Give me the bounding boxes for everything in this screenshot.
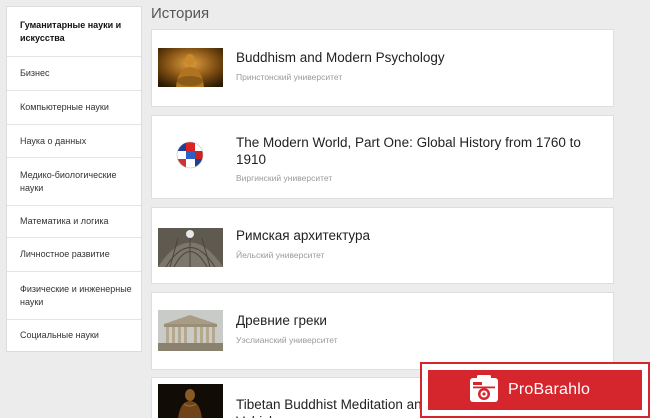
sidebar-item-life-sciences[interactable]: Медико-биологические науки: [7, 158, 141, 206]
sidebar-item-computer-science[interactable]: Компьютерные науки: [7, 91, 141, 125]
course-card[interactable]: Римская архитектура Йельский университет: [151, 207, 614, 284]
course-card[interactable]: Buddhism and Modern Psychology Принстонс…: [151, 29, 614, 107]
sidebar-item-physical-engineering[interactable]: Физические и инженерные науки: [7, 272, 141, 320]
sidebar-item-business[interactable]: Бизнес: [7, 57, 141, 91]
category-sidebar: Гуманитарные науки и искусства Бизнес Ко…: [6, 6, 142, 352]
course-title[interactable]: Римская архитектура: [236, 227, 606, 244]
course-title[interactable]: Древние греки: [236, 312, 606, 329]
parthenon-thumbnail: [158, 310, 223, 351]
ad-brand-text[interactable]: ProBarahlo: [508, 381, 590, 399]
sidebar-item-personal-development[interactable]: Личностное развитие: [7, 238, 141, 272]
sidebar-item-humanities[interactable]: Гуманитарные науки и искусства: [7, 7, 141, 57]
ad-inner: ProBarahlo: [428, 370, 642, 410]
course-university: Уэслианский университет: [236, 335, 338, 345]
course-university: Виргинский университет: [236, 173, 333, 183]
sidebar-item-social-sciences[interactable]: Социальные науки: [7, 320, 141, 351]
tibetan-buddha-thumbnail: [158, 384, 223, 418]
section-title: История: [151, 5, 210, 22]
buddha-statue-thumbnail: [158, 48, 223, 87]
course-title[interactable]: The Modern World, Part One: Global Histo…: [236, 134, 606, 168]
sidebar-item-math-logic[interactable]: Математика и логика: [7, 206, 141, 238]
pantheon-dome-thumbnail: [158, 228, 223, 268]
course-card[interactable]: The Modern World, Part One: Global Histo…: [151, 115, 614, 199]
course-card[interactable]: Древние греки Уэслианский университет: [151, 292, 614, 370]
sidebar-item-data-science[interactable]: Наука о данных: [7, 125, 141, 158]
course-title[interactable]: Buddhism and Modern Psychology: [236, 49, 606, 66]
probarahlo-ad-banner[interactable]: ProBarahlo: [420, 362, 650, 418]
course-university: Принстонский университет: [236, 72, 343, 82]
camera-logo-icon: [468, 374, 500, 406]
flag-globe-thumbnail: [158, 136, 223, 175]
course-university: Йельский университет: [236, 250, 325, 260]
